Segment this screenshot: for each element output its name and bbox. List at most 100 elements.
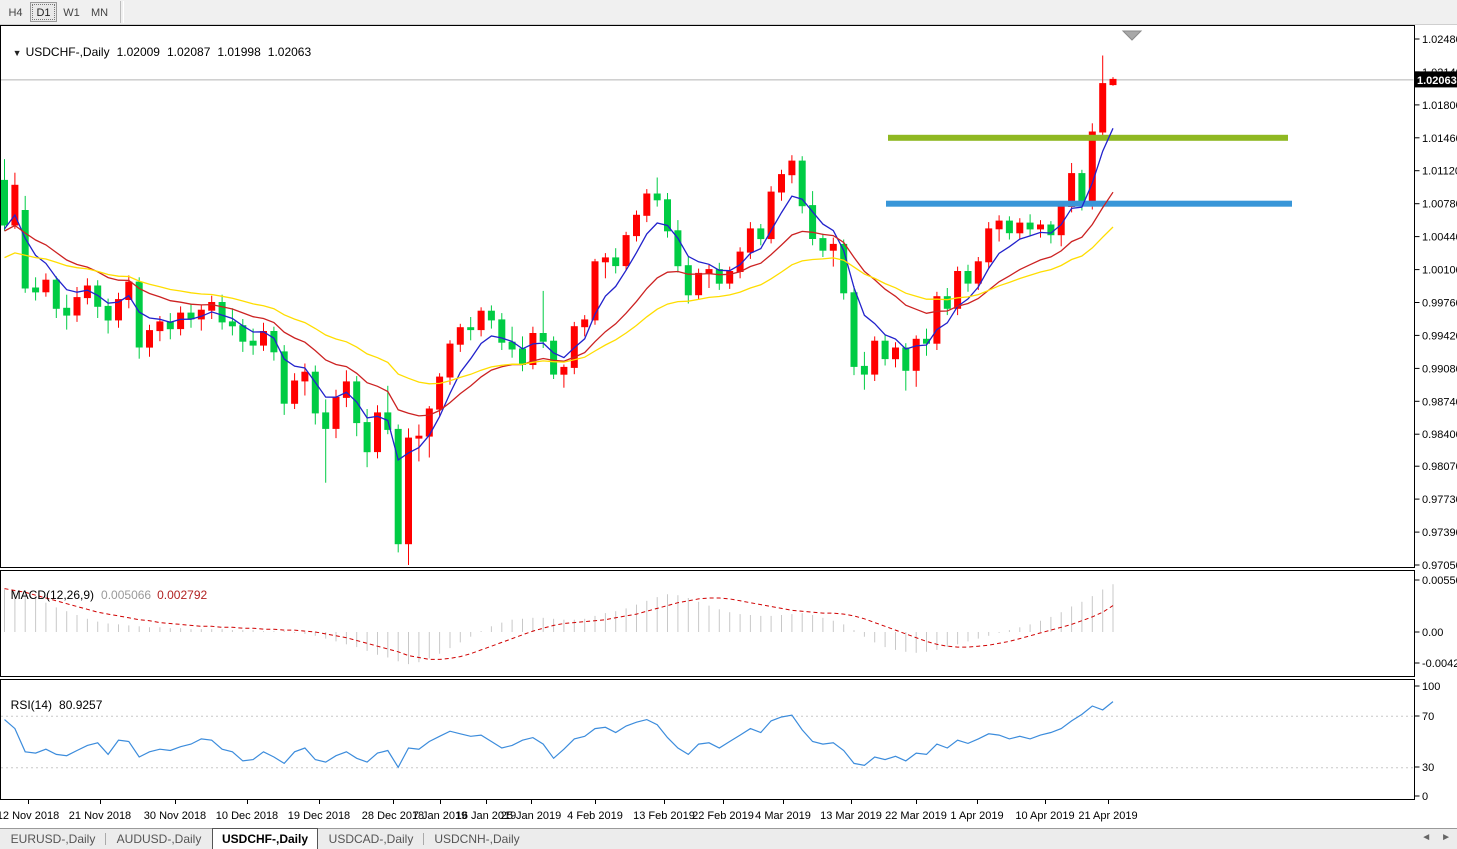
- macd-panel-frame: [1, 571, 1415, 677]
- chart-canvas[interactable]: 1.024801.021401.018001.014601.011201.007…: [0, 0, 1457, 828]
- price-axis-label: 0.97050: [1422, 560, 1457, 572]
- macd-indicator-label: MACD(12,26,9): [11, 588, 94, 602]
- date-axis-label: 4 Feb 2019: [567, 810, 623, 822]
- candle-up: [561, 367, 567, 374]
- candle-up: [830, 244, 836, 250]
- date-axis-label: 13 Mar 2019: [820, 810, 882, 822]
- candle-up: [147, 331, 153, 348]
- date-axis-label: 25 Jan 2019: [501, 810, 562, 822]
- support-level-line[interactable]: [886, 201, 1292, 207]
- candle-up: [178, 313, 184, 329]
- candle-down: [250, 341, 256, 345]
- candle-down: [551, 341, 557, 374]
- price-axis-label: 1.00440: [1422, 232, 1457, 244]
- candle-up: [416, 436, 422, 438]
- tab-eurusd[interactable]: EURUSD-,Daily: [0, 829, 106, 849]
- candle-down: [312, 372, 318, 413]
- candle-down: [229, 322, 235, 326]
- candle-up: [706, 270, 712, 274]
- tab-audusd[interactable]: AUDUSD-,Daily: [106, 829, 212, 849]
- price-axis-label: 0.98070: [1422, 461, 1457, 473]
- date-axis-label: 22 Mar 2019: [885, 810, 947, 822]
- candle-down: [53, 280, 59, 308]
- current-price-badge-value: 1.02063: [1417, 75, 1457, 87]
- collapse-indicator-icon[interactable]: ▼: [13, 48, 22, 58]
- candle-up: [634, 215, 640, 235]
- date-axis-label: 4 Mar 2019: [755, 810, 811, 822]
- date-axis-label: 22 Feb 2019: [692, 810, 754, 822]
- price-axis-label: 0.98740: [1422, 396, 1457, 408]
- price-axis-label: 0.99420: [1422, 330, 1457, 342]
- macd-axis-label: 0.005508: [1422, 575, 1457, 587]
- rsi-axis-label: 0: [1422, 791, 1428, 803]
- candle-down: [1079, 174, 1085, 205]
- candle-down: [22, 211, 28, 289]
- candle-up: [1089, 132, 1095, 205]
- candle-up: [457, 328, 463, 345]
- rsi-axis-label: 70: [1422, 711, 1434, 723]
- price-axis-label: 1.00100: [1422, 265, 1457, 277]
- candle-up: [478, 311, 484, 329]
- candle-down: [861, 366, 867, 374]
- candle-up: [198, 310, 204, 319]
- candle-up: [1038, 225, 1044, 229]
- price-axis-label: 0.99080: [1422, 363, 1457, 375]
- date-axis-label: 12 Nov 2018: [0, 810, 59, 822]
- candle-up: [437, 377, 443, 409]
- price-panel: [1, 56, 1415, 566]
- ma-fast-blue: [5, 128, 1114, 460]
- tab-scroll-right-icon[interactable]: ►: [1441, 832, 1451, 843]
- tab-usdchf-active[interactable]: USDCHF-,Daily: [212, 828, 318, 849]
- candle-up: [74, 298, 80, 315]
- candle-down: [882, 341, 888, 358]
- candle-down: [820, 239, 826, 251]
- candle-up: [986, 229, 992, 262]
- chart-symbol-period: USDCHF-,Daily: [26, 45, 110, 59]
- rsi-axis-label: 100: [1422, 681, 1440, 693]
- tab-usdcad[interactable]: USDCAD-,Daily: [318, 829, 424, 849]
- candle-up: [157, 322, 163, 331]
- candle-up: [447, 344, 453, 377]
- candle-down: [685, 266, 691, 295]
- candle-up: [623, 236, 629, 266]
- price-axis-label: 1.02480: [1422, 34, 1457, 46]
- date-axis-label: 10 Dec 2018: [216, 810, 278, 822]
- price-axis-label: 1.00780: [1422, 199, 1457, 211]
- price-axis-label: 1.01120: [1422, 166, 1457, 178]
- rsi-axis-label: 30: [1422, 762, 1434, 774]
- candle-down: [219, 303, 225, 322]
- tab-usdcnh[interactable]: USDCNH-,Daily: [424, 829, 530, 849]
- macd-signal-value: 0.002792: [157, 588, 207, 602]
- candle-down: [2, 180, 8, 225]
- candle-up: [333, 397, 339, 428]
- quote-open: 1.02009: [117, 45, 160, 59]
- price-axis-label: 0.97390: [1422, 527, 1457, 539]
- rsi-line: [5, 702, 1114, 768]
- candle-up: [582, 320, 588, 327]
- candle-down: [758, 229, 764, 239]
- candle-up: [43, 280, 49, 292]
- candle-up: [872, 341, 878, 374]
- date-axis-label: 13 Feb 2019: [633, 810, 695, 822]
- quote-low: 1.01998: [217, 45, 260, 59]
- candle-up: [209, 303, 215, 311]
- chart-tabbar: EURUSD-,Daily AUDUSD-,Daily USDCHF-,Dail…: [0, 828, 1457, 849]
- tab-scroll-left-icon[interactable]: ◄: [1421, 832, 1431, 843]
- candle-down: [395, 429, 401, 543]
- auto-scroll-marker-icon[interactable]: [1123, 31, 1141, 40]
- candle-up: [696, 273, 702, 294]
- candle-down: [105, 306, 111, 320]
- candle-up: [789, 161, 795, 175]
- candle-down: [716, 270, 722, 284]
- resistance-level-line[interactable]: [888, 135, 1288, 141]
- rsi-indicator-label: RSI(14): [11, 698, 52, 712]
- rsi-panel-frame: [1, 680, 1415, 800]
- candle-up: [975, 262, 981, 283]
- candle-up: [375, 413, 381, 452]
- candle-down: [136, 282, 142, 347]
- candle-up: [302, 372, 308, 381]
- chart-title-row: ▼USDCHF-,Daily1.020091.020871.019981.020…: [6, 31, 311, 59]
- candle-down: [540, 334, 546, 342]
- candle-down: [613, 258, 619, 266]
- candle-down: [965, 272, 971, 284]
